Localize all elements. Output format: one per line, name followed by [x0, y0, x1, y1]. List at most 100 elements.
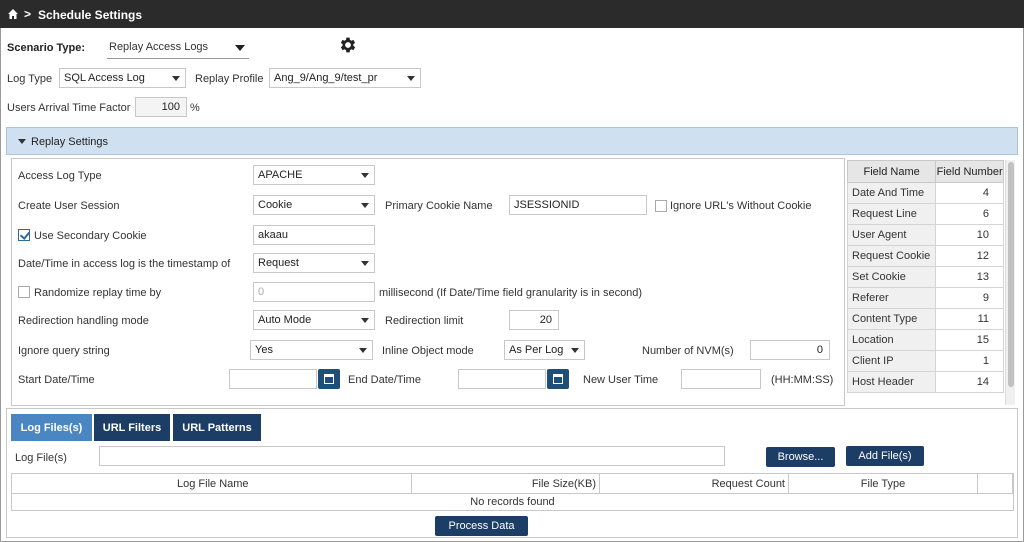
inline-object-value: As Per Log — [509, 344, 564, 356]
secondary-cookie-checkbox[interactable] — [18, 229, 30, 241]
field-number-cell: 14 — [935, 371, 1004, 393]
arrival-unit: % — [190, 102, 200, 114]
redirection-mode-value: Auto Mode — [258, 314, 312, 326]
process-data-button[interactable]: Process Data — [435, 516, 528, 536]
nvm-input[interactable]: 0 — [750, 340, 830, 360]
inline-object-label: Inline Object mode — [382, 345, 474, 357]
table-row[interactable]: Referer 9 — [846, 287, 1004, 309]
browse-button[interactable]: Browse... — [766, 447, 835, 467]
field-number-cell: 4 — [935, 182, 1004, 204]
chevron-down-icon — [361, 261, 369, 266]
arrival-factor-label: Users Arrival Time Factor — [7, 102, 131, 114]
field-number-cell: 11 — [935, 308, 1004, 330]
replay-profile-value: Ang_9/Ang_9/test_pr — [274, 72, 378, 84]
field-name-cell: Request Line — [846, 203, 937, 225]
ignore-urls-checkbox[interactable] — [655, 200, 667, 212]
field-number-cell: 1 — [935, 350, 1004, 372]
replay-settings-header[interactable]: Replay Settings — [6, 127, 1018, 155]
access-log-type-select[interactable]: APACHE — [253, 165, 375, 185]
ignore-urls-label: Ignore URL's Without Cookie — [670, 200, 812, 212]
scrollbar-thumb[interactable] — [1008, 162, 1014, 387]
collapse-icon — [18, 139, 26, 144]
scenario-type-select[interactable]: Replay Access Logs — [107, 37, 249, 59]
table-row[interactable]: Request Cookie 12 — [846, 245, 1004, 267]
field-name-cell: Client IP — [846, 350, 937, 372]
table-row[interactable]: Set Cookie 13 — [846, 266, 1004, 288]
add-files-button[interactable]: Add File(s) — [846, 446, 924, 466]
redirection-mode-select[interactable]: Auto Mode — [253, 310, 375, 330]
create-user-session-value: Cookie — [258, 199, 293, 211]
table-row[interactable]: User Agent 10 — [846, 224, 1004, 246]
replay-settings-title: Replay Settings — [31, 136, 109, 148]
field-name-header: Field Name — [846, 160, 937, 183]
field-name-cell: Set Cookie — [846, 266, 937, 288]
secondary-cookie-label: Use Secondary Cookie — [34, 230, 147, 242]
new-user-time-format: (HH:MM:SS) — [771, 374, 834, 386]
create-user-session-label: Create User Session — [18, 200, 120, 212]
log-file-input[interactable] — [99, 446, 725, 466]
timestamp-value: Request — [258, 257, 299, 269]
table-row[interactable]: Content Type 11 — [846, 308, 1004, 330]
table-row[interactable]: Request Line 6 — [846, 203, 1004, 225]
tab-url-patterns[interactable]: URL Patterns — [173, 414, 261, 441]
field-number-cell: 15 — [935, 329, 1004, 351]
field-number-cell: 6 — [935, 203, 1004, 225]
table-row[interactable]: Host Header 14 — [846, 371, 1004, 393]
tab-log-files[interactable]: Log Files(s) — [11, 414, 92, 441]
inline-object-select[interactable]: As Per Log — [504, 340, 585, 360]
timestamp-select[interactable]: Request — [253, 253, 375, 273]
field-table-scrollbar[interactable] — [1005, 160, 1015, 405]
redirection-limit-input[interactable]: 20 — [509, 310, 559, 330]
chevron-down-icon — [407, 76, 415, 81]
start-date-calendar-button[interactable] — [318, 369, 340, 389]
field-table: Field Name Field Number Date And Time 4 R… — [846, 160, 1004, 393]
access-log-type-label: Access Log Type — [18, 170, 102, 182]
redirection-limit-label: Redirection limit — [385, 315, 464, 327]
start-date-input[interactable] — [229, 369, 317, 389]
log-type-select[interactable]: SQL Access Log — [59, 68, 186, 88]
table-row[interactable]: Date And Time 4 — [846, 182, 1004, 204]
file-type-column[interactable]: File Type — [789, 474, 978, 494]
end-date-input[interactable] — [458, 369, 546, 389]
field-name-cell: Date And Time — [846, 182, 937, 204]
timestamp-label: Date/Time in access log is the timestamp… — [18, 258, 231, 270]
gear-icon[interactable] — [338, 35, 358, 55]
calendar-icon — [553, 374, 563, 384]
file-size-column[interactable]: File Size(KB) — [412, 474, 600, 494]
chevron-down-icon — [571, 348, 579, 353]
log-type-label: Log Type — [7, 73, 53, 85]
log-files-grid: Log File Name File Size(KB) Request Coun… — [11, 473, 1014, 511]
field-name-cell: Host Header — [846, 371, 937, 393]
breadcrumb-chevron-icon: > — [24, 7, 32, 21]
access-log-type-value: APACHE — [258, 169, 303, 181]
field-number-header: Field Number — [935, 160, 1004, 183]
arrival-factor-input[interactable]: 100 — [135, 97, 187, 117]
ignore-query-label: Ignore query string — [18, 345, 110, 357]
scenario-type-label: Scenario Type: — [7, 42, 86, 54]
home-icon[interactable] — [7, 8, 19, 20]
new-user-time-input[interactable] — [681, 369, 761, 389]
request-count-column[interactable]: Request Count — [600, 474, 789, 494]
grid-header-spacer — [978, 474, 1013, 494]
secondary-cookie-input[interactable]: akaau — [253, 225, 375, 245]
new-user-time-label: New User Time — [583, 374, 659, 386]
randomize-input[interactable]: 0 — [253, 282, 375, 302]
create-user-session-select[interactable]: Cookie — [253, 195, 375, 215]
field-number-cell: 9 — [935, 287, 1004, 309]
page-title: Schedule Settings — [38, 8, 143, 22]
log-file-name-column[interactable]: Log File Name — [12, 474, 412, 494]
chevron-down-icon — [172, 76, 180, 81]
ignore-query-select[interactable]: Yes — [250, 340, 373, 360]
log-file-label: Log File(s) — [15, 452, 67, 464]
chevron-down-icon — [361, 203, 369, 208]
table-row[interactable]: Location 15 — [846, 329, 1004, 351]
end-date-calendar-button[interactable] — [547, 369, 569, 389]
replay-profile-select[interactable]: Ang_9/Ang_9/test_pr — [269, 68, 421, 88]
tab-url-filters[interactable]: URL Filters — [94, 414, 170, 441]
randomize-checkbox[interactable] — [18, 286, 30, 298]
start-date-label: Start Date/Time — [18, 374, 95, 386]
field-name-cell: Content Type — [846, 308, 937, 330]
primary-cookie-label: Primary Cookie Name — [385, 200, 493, 212]
primary-cookie-input[interactable]: JSESSIONID — [509, 195, 647, 215]
table-row[interactable]: Client IP 1 — [846, 350, 1004, 372]
